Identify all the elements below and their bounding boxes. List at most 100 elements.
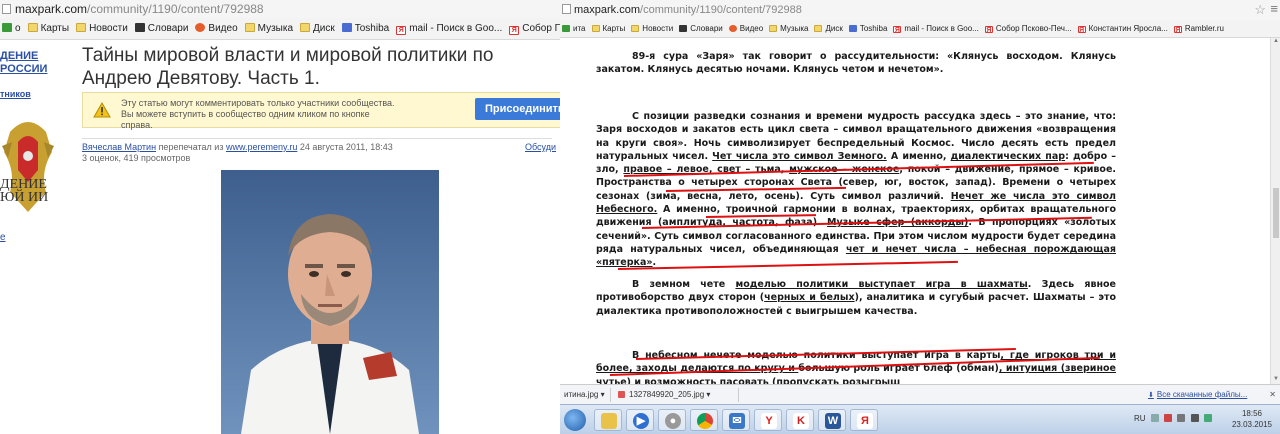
bookmark-item[interactable]: о	[2, 18, 21, 39]
bookmark-item[interactable]: Словари	[134, 18, 188, 39]
source-link[interactable]: www.peremeny.ru	[226, 142, 297, 152]
yandex-icon: Я	[509, 26, 520, 35]
taskbar-app-disc[interactable]: ●	[658, 409, 686, 431]
bookmark-label: Видео	[739, 24, 764, 33]
yandex-icon: Я	[984, 26, 993, 34]
all-downloads-link[interactable]: ⬇ Все скачанные файлы...	[1148, 385, 1247, 406]
language-indicator[interactable]: RU	[1134, 414, 1146, 423]
address-bar[interactable]: maxpark.com/community/1190/content/79298…	[560, 0, 1280, 20]
bookmark-label: mail - Поиск в Goo...	[904, 24, 979, 33]
bookmarks-bar: ита Карты Новости Словари Видео Музыка Диск Tos…	[560, 20, 1280, 38]
article-title: Тайны мировой власти и мировой политики …	[82, 45, 494, 89]
bookmark-item[interactable]: Видео	[728, 20, 764, 37]
yandex-browser-icon: Y	[761, 413, 777, 429]
scroll-up-arrow-icon[interactable]: ▲	[1272, 38, 1280, 46]
vertical-scrollbar[interactable]: ▲ ▼	[1270, 38, 1280, 384]
bookmark-label: Карты	[602, 24, 626, 33]
tray-volume-icon[interactable]	[1190, 414, 1199, 422]
taskbar-app-player[interactable]: ▶	[626, 409, 654, 431]
bookmark-item[interactable]: Карты	[27, 18, 69, 39]
taskbar-app-explorer[interactable]	[594, 409, 622, 431]
scrollbar-thumb[interactable]	[1273, 188, 1279, 238]
clock-date: 23.03.2015	[1231, 420, 1272, 429]
sidebar-link-small[interactable]: е	[0, 232, 6, 243]
folder-icon	[769, 25, 778, 32]
close-downloads-icon[interactable]: ✕	[1269, 385, 1276, 405]
chrome-icon	[697, 413, 713, 429]
bookmark-item[interactable]: Toshiba	[341, 18, 389, 39]
underlined-phrase: моделью политики выступает игра в шахмат…	[735, 279, 1028, 290]
paragraph-3-text: В земном чете моделью политики выступает…	[596, 278, 1116, 318]
url-host: maxpark.com	[15, 2, 88, 16]
sidebar-link-3[interactable]: тников	[0, 88, 70, 101]
taskbar-app-yandex[interactable]: Y	[754, 409, 782, 431]
taskbar-app-chrome[interactable]	[690, 409, 718, 431]
bookmark-item[interactable]: Яmail - Поиск в Goo...	[893, 20, 979, 37]
tray-arrow-icon[interactable]	[1150, 414, 1159, 422]
bookmark-label: Музыка	[257, 23, 294, 34]
taskbar-app-yandex-2[interactable]: Я	[850, 409, 878, 431]
notice-line-1: Эту статью могут комментировать только у…	[121, 98, 395, 108]
video-icon	[679, 25, 688, 32]
download-item-2[interactable]: 1327849920_205.jpg ▾	[618, 385, 710, 405]
bookmark-item[interactable]: Я Rambler.ru	[1173, 20, 1224, 37]
sidebar-link-2[interactable]: РОССИИ	[0, 63, 70, 76]
browser-menu-icon[interactable]: ≡	[1270, 1, 1278, 16]
coat-of-arms-icon	[2, 122, 54, 212]
image-file-icon	[618, 391, 625, 398]
bookmark-label: ита	[573, 24, 586, 33]
bookmark-item[interactable]: ЯСобор Псково-Печ...	[509, 18, 560, 39]
tray-security-icon[interactable]	[1164, 414, 1173, 422]
taskbar-app-word[interactable]: W	[818, 409, 846, 431]
bookmark-star-icon[interactable]: ☆	[1254, 2, 1266, 18]
article-meta: Вячеслав Мартин перепечатал из www.perem…	[82, 138, 556, 164]
taskbar-app-kaspersky[interactable]: K	[786, 409, 814, 431]
taskbar-app-mail[interactable]: ✉	[722, 409, 750, 431]
bookmark-item[interactable]: Видео	[195, 18, 238, 39]
bookmark-item[interactable]: Музыка	[769, 20, 808, 37]
kaspersky-icon: K	[793, 413, 809, 429]
bookmark-label: Rambler.ru	[1184, 24, 1224, 33]
folder-icon	[76, 23, 87, 32]
bookmark-item[interactable]: Диск	[300, 18, 335, 39]
download-separator	[610, 388, 611, 402]
bookmark-item[interactable]: Музыка	[244, 18, 294, 39]
sidebar: ДЕНИЕ РОССИИ тников	[0, 50, 70, 101]
scroll-down-arrow-icon[interactable]: ▼	[1272, 376, 1280, 384]
bookmark-item[interactable]: Новости	[76, 18, 128, 39]
bookmark-item[interactable]: Карты	[591, 20, 626, 37]
join-community-button[interactable]: Присоединиться	[475, 98, 560, 120]
download-item-1[interactable]: итина.jpg ▾	[564, 385, 605, 405]
bookmark-item[interactable]: Я Константин Яросла...	[1077, 20, 1168, 37]
address-bar[interactable]: maxpark.com/community/1190/content/79298…	[0, 0, 560, 18]
discuss-link[interactable]: Обсуди	[525, 142, 556, 153]
bookmark-label: Словари	[690, 24, 723, 33]
bookmark-item[interactable]: Яmail - Поиск в Goo...	[396, 18, 502, 39]
mail-icon: ✉	[729, 413, 745, 429]
yandex-icon: Я	[1077, 26, 1086, 34]
tray-network-icon[interactable]	[1177, 414, 1186, 422]
right-browser-window: maxpark.com/community/1190/content/79298…	[560, 0, 1280, 434]
url-host: maxpark.com	[574, 4, 641, 16]
bookmark-item[interactable]: Новости	[631, 20, 673, 37]
bookmark-item[interactable]: Toshiba	[848, 20, 887, 37]
views-count: 419 просмотров	[123, 153, 191, 163]
video-icon	[134, 23, 145, 32]
author-link[interactable]: Вячеслав Мартин	[82, 142, 156, 152]
sidebar-caption: ДЕНИЕ ЮЙ ИИ	[0, 177, 49, 205]
text-segment: В земном чете	[632, 279, 736, 290]
paragraph-3: В земном чете моделью политики выступает…	[596, 278, 1116, 318]
bookmark-item[interactable]: Словари	[679, 20, 723, 37]
sidebar-link-1[interactable]: ДЕНИЕ	[0, 50, 70, 63]
tray-battery-icon[interactable]	[1203, 414, 1212, 422]
notice-text: Эту статью могут комментировать только у…	[121, 98, 401, 131]
bookmark-item[interactable]: Диск	[814, 20, 843, 37]
bookmark-item[interactable]: ЯСобор Псково-Печ...	[984, 20, 1072, 37]
bookmark-label: Диск	[313, 23, 335, 34]
start-button[interactable]	[564, 409, 586, 431]
bookmark-item[interactable]: ита	[562, 20, 586, 37]
folder-icon	[300, 23, 311, 32]
warning-icon	[93, 102, 111, 118]
taskbar-clock[interactable]: 18:56 23.03.2015	[1232, 408, 1272, 430]
music-icon	[195, 23, 206, 32]
